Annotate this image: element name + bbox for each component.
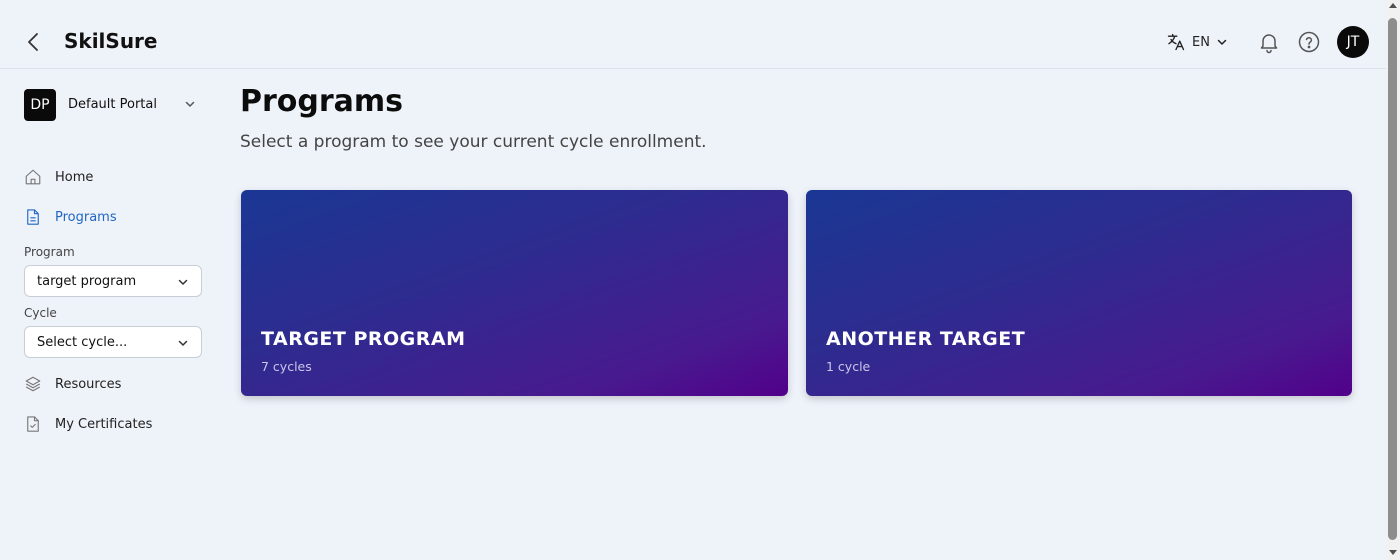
program-card-title: TARGET PROGRAM <box>261 328 466 350</box>
program-card-cycles: 7 cycles <box>261 359 312 374</box>
portal-name: Default Portal <box>68 97 157 112</box>
sidebar-item-resources[interactable]: Resources <box>24 375 121 393</box>
page-title: Programs <box>240 84 404 119</box>
sidebar-item-programs[interactable]: Programs <box>24 208 117 226</box>
bell-icon <box>1260 34 1278 54</box>
help-icon <box>1298 31 1320 53</box>
brand-name: SkilSure <box>64 29 158 53</box>
sidebar-item-home[interactable]: Home <box>24 168 93 186</box>
top-bar: SkilSure EN JT <box>0 0 1386 69</box>
program-card-cycles: 1 cycle <box>826 359 871 374</box>
translate-icon <box>1167 33 1185 51</box>
certificate-icon <box>27 416 39 432</box>
scrollbar-thumb[interactable] <box>1388 18 1397 540</box>
chevron-down-icon <box>185 101 195 107</box>
program-card[interactable]: TARGET PROGRAM 7 cycles <box>241 190 788 396</box>
program-card-title: ANOTHER TARGET <box>826 328 1026 350</box>
scroll-down-arrow-icon[interactable] <box>1389 550 1397 555</box>
sidebar-item-label: Home <box>55 169 94 185</box>
sidebar-item-label: Programs <box>55 209 117 225</box>
chevron-down-icon <box>1217 39 1227 45</box>
chevron-left-icon <box>28 33 38 51</box>
home-icon <box>25 169 41 185</box>
notifications-button[interactable] <box>1257 30 1281 54</box>
sidebar-item-my-certificates[interactable]: My Certificates <box>24 415 152 433</box>
sidebar-item-label: Resources <box>55 376 122 392</box>
cycle-select[interactable]: Select cycle... <box>24 326 202 358</box>
layers-icon <box>25 376 41 392</box>
chevron-down-icon <box>178 340 188 346</box>
chevron-down-icon <box>178 279 188 285</box>
program-select-value: target program <box>37 273 137 289</box>
language-selector[interactable]: EN <box>1166 32 1228 52</box>
program-card[interactable]: ANOTHER TARGET 1 cycle <box>806 190 1352 396</box>
portal-avatar: DP <box>24 88 56 121</box>
user-avatar[interactable]: JT <box>1337 26 1369 58</box>
cycle-label: Cycle <box>24 306 57 320</box>
program-select[interactable]: target program <box>24 265 202 297</box>
help-button[interactable] <box>1297 30 1321 54</box>
page-subtitle: Select a program to see your current cyc… <box>240 132 707 152</box>
program-label: Program <box>24 245 75 259</box>
cycle-select-value: Select cycle... <box>37 334 128 350</box>
language-code: EN <box>1192 34 1210 50</box>
sidebar-item-label: My Certificates <box>55 416 153 432</box>
document-icon <box>27 209 39 225</box>
back-button[interactable] <box>22 30 46 54</box>
scroll-up-arrow-icon[interactable] <box>1389 3 1397 8</box>
portal-switcher[interactable]: DP Default Portal <box>24 88 200 121</box>
